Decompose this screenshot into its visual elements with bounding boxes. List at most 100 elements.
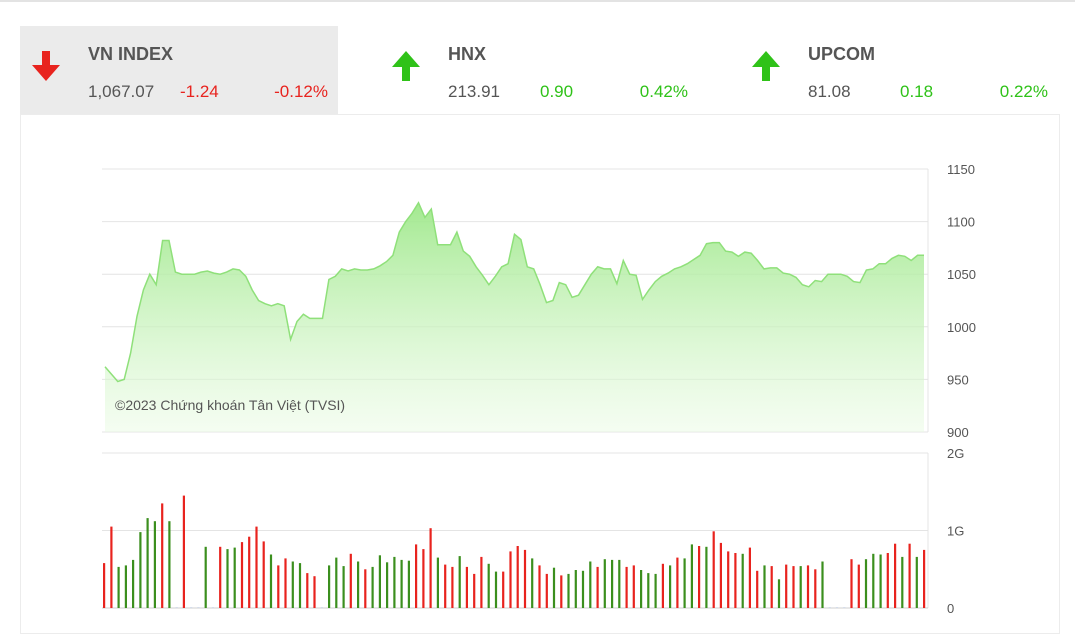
volume-bar [712,531,715,608]
volume-bar [284,558,287,608]
volume-bar [494,571,498,608]
index-change: 0.90 [540,82,574,101]
volume-bar [567,573,570,608]
volume-bar [915,556,918,608]
volume-bar [415,544,418,608]
volume-bar [473,573,476,608]
volume-bar [516,546,519,608]
volume-bar [444,564,447,608]
index-change: -1.24 [180,82,219,101]
volume-bar [161,503,164,608]
volume-bar [676,557,679,608]
price-tick-label: 950 [947,372,969,387]
price-tick-label: 1150 [947,162,975,177]
volume-bar [560,575,563,608]
index-chart[interactable]: ©2023 Chứng khoán Tân Việt (TVSI) 115011… [21,115,1061,635]
volume-bar [298,563,302,608]
volume-bar [806,565,810,608]
volume-bar [357,561,360,608]
volume-bar [683,558,686,608]
volume-bar [625,566,628,608]
volume-bar [690,544,693,608]
volume-bar [908,543,911,608]
volume-bar [661,563,664,608]
volume-bar [843,607,846,608]
index-tile-hnx[interactable]: HNX 213.91 0.90 0.42% [380,26,698,114]
price-tick-label: 1100 [947,215,975,230]
volume-bar [763,565,766,608]
volume-bar [465,566,468,608]
volume-bar [436,557,439,608]
volume-bar [734,553,737,608]
volume-bar [792,566,795,608]
arrow-up-icon [752,51,780,81]
index-change: 0.18 [900,82,934,101]
volume-bar [821,561,824,608]
volume-bar [248,536,251,608]
volume-bar [153,521,156,608]
volume-bar [654,573,657,608]
volume-bar [698,546,701,608]
volume-bar [770,566,773,608]
volume-bar [523,549,527,608]
volume-bar [124,565,127,608]
index-value: 81.08 [808,82,851,101]
volume-bar [857,564,860,608]
volume-bar [226,549,229,608]
index-percent: -0.12% [274,82,328,101]
volume-bar [589,561,592,608]
volume-bars [103,495,926,609]
volume-bar [799,566,802,608]
volume-bar [240,542,244,608]
volume-bar [371,566,374,608]
volume-bar [705,546,708,608]
index-name: UPCOM [808,44,875,64]
volume-bar [552,567,556,608]
volume-bar [581,570,585,608]
index-tile-vnindex[interactable]: VN INDEX 1,067.07 -1.24 -0.12% [20,26,338,114]
volume-tick-label: 1G [947,524,964,539]
volume-bar [756,570,759,608]
volume-bar [901,556,904,608]
index-percent: 0.22% [999,82,1048,101]
volume-bar [429,528,432,608]
index-value: 1,067.07 [88,82,155,101]
volume-bar [393,556,396,608]
volume-bar [197,607,200,608]
volume-tick-label: 0 [947,601,954,616]
volume-bar [146,518,149,608]
volume-bar [211,607,214,608]
volume-bar [219,546,222,608]
volume-bar [574,570,577,608]
volume-bar [835,607,839,608]
chart-panel: ©2023 Chứng khoán Tân Việt (TVSI) 1150 11… [20,114,1060,634]
volume-bar [632,565,635,608]
volume-bar [139,532,142,608]
volume-tick-label: 2G [947,446,964,461]
volume-bar [306,573,309,608]
volume-bar [190,607,193,608]
index-percent: 0.42% [639,82,688,101]
volume-bar [886,553,889,608]
volume-axis-ticks: 2G 1G 0 [947,446,964,616]
volume-bar [378,555,381,608]
arrow-down-icon [32,51,60,81]
volume-bar [509,551,512,608]
volume-bar [262,541,265,608]
index-tile-upcom[interactable]: UPCOM 81.08 0.18 0.22% [740,26,1058,114]
volume-bar [291,561,294,608]
arrow-up-icon [392,51,420,81]
volume-bar [618,559,621,608]
volume-bar [814,569,817,609]
volume-bar [269,554,273,608]
volume-bar [538,565,541,608]
index-name: HNX [448,44,487,64]
volume-bar [110,526,113,608]
volume-bar [175,607,178,608]
volume-bar [277,565,280,608]
index-name: VN INDEX [88,44,174,64]
volume-bar [785,564,788,608]
price-axis-ticks: 1150 1100 1050 1000 950 900 [947,162,976,440]
volume-bar [364,569,367,609]
price-tick-label: 900 [947,425,969,440]
